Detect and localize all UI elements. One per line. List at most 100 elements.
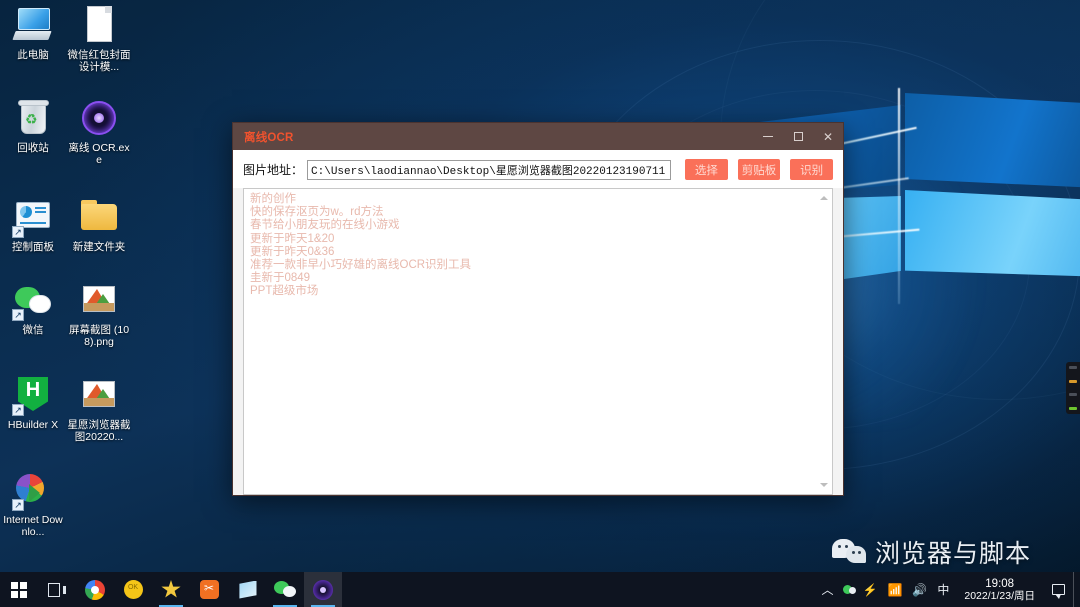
action-center-icon — [1051, 584, 1065, 599]
path-label: 图片地址： — [243, 163, 304, 177]
wechat-icon — [274, 580, 296, 599]
ocr-result-scrollbar[interactable] — [817, 190, 831, 493]
image-file-icon — [78, 374, 120, 416]
control-panel-icon: ↗ — [12, 196, 54, 238]
this-pc-icon — [12, 4, 54, 46]
window-title: 离线OCR — [244, 131, 294, 144]
desktop-icon-label: 星愿浏览器截图20220... — [67, 419, 131, 443]
wifi-icon[interactable]: 📶 — [882, 572, 907, 607]
image-path-input[interactable] — [307, 159, 672, 180]
ocr-result-area[interactable]: 新的创作 快的保存沤页为w。rd方法 春节给小朋友玩的在线小游戏 更新于昨天1&… — [243, 188, 833, 495]
shortcut-overlay-icon: ↗ — [12, 309, 24, 321]
dock-bar — [1069, 393, 1077, 397]
dock-bar-amber — [1069, 379, 1077, 383]
desktop-icon-grid: 此电脑 微信红包封面设计模... ♻ 回收站 离线 OCR.exe ↗ 控制面板… — [0, 4, 135, 607]
desktop-icon-internet-download-manager[interactable]: ↗ Internet Downlo... — [0, 469, 66, 538]
clipboard-button[interactable]: 剪贴板 — [737, 159, 781, 180]
taskbar: ︿ ⚡ 📶 🔊 中 19:08 2022/1/23/周日 — [0, 572, 1080, 607]
window-titlebar[interactable]: 离线OCR ✕ — [233, 123, 843, 150]
internet-download-manager-icon: ↗ — [12, 469, 54, 511]
desktop-icon-hbuilderx[interactable]: H ↗ HBuilder X — [0, 374, 66, 443]
desktop-icon-label: Internet Downlo... — [3, 514, 63, 538]
taskbar-star-browser[interactable] — [152, 572, 190, 607]
folder-icon — [78, 196, 120, 238]
taskbar-store[interactable] — [228, 572, 266, 607]
desktop-icon-new-folder[interactable]: 新建文件夹 — [66, 196, 132, 253]
wallpaper-seam — [898, 88, 900, 304]
taskbar-offline-ocr[interactable] — [304, 572, 342, 607]
window-controls: ✕ — [753, 123, 843, 150]
clock-time: 19:08 — [985, 577, 1015, 590]
clock-date: 2022/1/23/周日 — [964, 589, 1035, 602]
desktop-icon-label: 此电脑 — [17, 49, 49, 61]
desktop-icon-label: 控制面板 — [12, 241, 54, 253]
image-file-icon — [78, 279, 120, 321]
wechat-icon — [832, 539, 866, 565]
taskbar-snipaste[interactable] — [190, 572, 228, 607]
task-view-icon — [48, 582, 66, 597]
tray-overflow-button[interactable]: ︿ — [816, 572, 838, 607]
desktop-icon-label: 微信红包封面设计模... — [67, 49, 131, 73]
yellow-circle-icon — [123, 580, 143, 599]
recycle-bin-icon: ♻ — [12, 97, 54, 139]
clock[interactable]: 19:08 2022/1/23/周日 — [954, 578, 1043, 602]
recognize-button[interactable]: 识别 — [790, 159, 833, 180]
chrome-icon — [85, 579, 105, 600]
watermark-text: 浏览器与脚本 — [875, 540, 1032, 568]
desktop: 此电脑 微信红包封面设计模... ♻ 回收站 离线 OCR.exe ↗ 控制面板… — [0, 0, 1080, 607]
desktop-icon-label: HBuilder X — [7, 419, 59, 431]
offline-ocr-app-icon — [313, 579, 333, 600]
system-tray: ︿ ⚡ 📶 🔊 中 19:08 2022/1/23/周日 — [816, 572, 1080, 607]
desktop-icon-screenshot-png[interactable]: 屏幕截图 (108).png — [66, 279, 132, 348]
volume-icon[interactable]: 🔊 — [907, 572, 932, 607]
watermark: 浏览器与脚本 — [832, 534, 1031, 570]
desktop-icon-recycle-bin[interactable]: ♻ 回收站 — [0, 97, 66, 166]
desktop-icon-label: 微信 — [22, 324, 44, 336]
offline-ocr-app-icon — [78, 97, 120, 139]
wechat-icon: ↗ — [12, 279, 54, 321]
shortcut-overlay-icon: ↗ — [12, 226, 24, 238]
hbuilderx-icon: H ↗ — [12, 374, 54, 416]
desktop-icon-document[interactable]: 微信红包封面设计模... — [66, 4, 132, 73]
star-icon — [161, 580, 181, 598]
start-button[interactable] — [0, 572, 38, 607]
document-icon — [78, 4, 120, 46]
desktop-icon-this-pc[interactable]: 此电脑 — [0, 4, 66, 73]
close-button[interactable]: ✕ — [813, 123, 843, 150]
scroll-down-icon[interactable] — [819, 480, 829, 490]
wallpaper-window-pane — [905, 93, 1080, 189]
desktop-icon-wechat[interactable]: ↗ 微信 — [0, 279, 66, 348]
shortcut-overlay-icon: ↗ — [12, 499, 24, 511]
desktop-icon-control-panel[interactable]: ↗ 控制面板 — [0, 196, 66, 253]
maximize-button[interactable] — [783, 123, 813, 150]
desktop-icon-star-browser-screenshot[interactable]: 星愿浏览器截图20220... — [66, 374, 132, 443]
desktop-icon-label: 离线 OCR.exe — [68, 142, 130, 166]
ocr-result-text: 新的创作 快的保存沤页为w。rd方法 春节给小朋友玩的在线小游戏 更新于昨天1&… — [250, 193, 472, 298]
taskbar-chrome[interactable] — [76, 572, 114, 607]
shortcut-overlay-icon: ↗ — [12, 404, 24, 416]
desktop-icon-offline-ocr[interactable]: 离线 OCR.exe — [66, 97, 132, 166]
taskbar-wechat[interactable] — [266, 572, 304, 607]
choose-button[interactable]: 选择 — [685, 159, 728, 180]
minimize-button[interactable] — [753, 123, 783, 150]
windows-logo-icon — [11, 581, 27, 598]
scroll-up-icon[interactable] — [819, 193, 829, 203]
scissors-icon — [199, 580, 219, 599]
battery-icon[interactable]: ⚡ — [857, 572, 882, 607]
wechat-tray-icon[interactable] — [838, 572, 857, 607]
action-center-button[interactable] — [1043, 572, 1073, 607]
dock-bar — [1069, 366, 1077, 369]
store-icon — [239, 580, 257, 599]
taskbar-app-yellow[interactable] — [114, 572, 152, 607]
dock-bar-green — [1069, 406, 1077, 410]
offline-ocr-window: 离线OCR ✕ 图片地址： 选择 剪贴板 识别 新的创作 快的保存沤页为w。rd… — [232, 122, 844, 496]
desktop-icon-label: 屏幕截图 (108).png — [68, 324, 130, 348]
taskbar-items — [0, 572, 342, 607]
ime-indicator[interactable]: 中 — [932, 572, 954, 607]
path-form-row: 图片地址： 选择 剪贴板 识别 — [233, 150, 843, 188]
show-desktop-button[interactable] — [1073, 572, 1080, 607]
desktop-icon-label: 新建文件夹 — [72, 241, 126, 253]
desktop-icon-label: 回收站 — [17, 142, 49, 154]
task-view-button[interactable] — [38, 572, 76, 607]
edge-dock-widget[interactable] — [1066, 362, 1080, 414]
